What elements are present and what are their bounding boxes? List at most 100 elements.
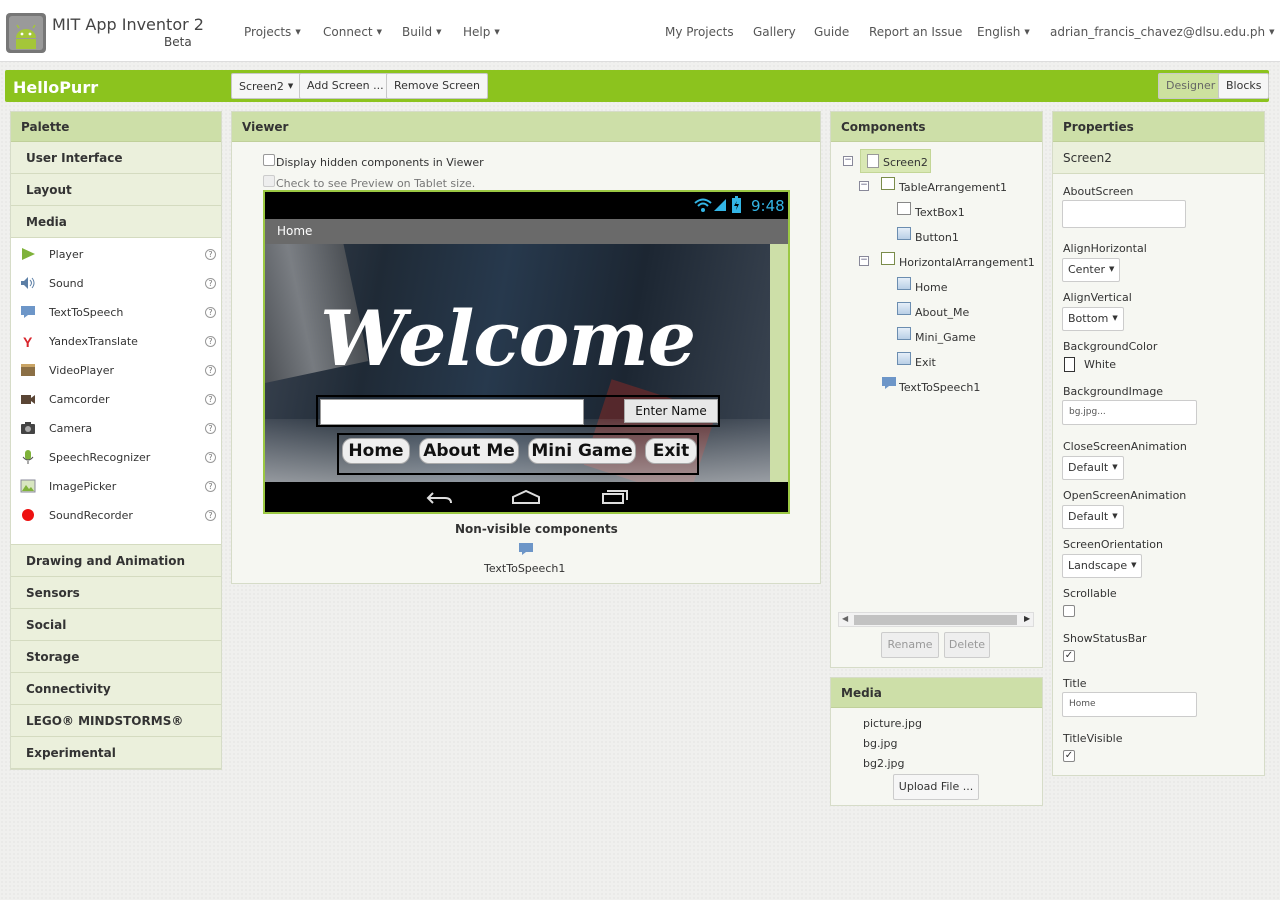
collapse-icon[interactable]: − (843, 156, 853, 166)
enter-name-button[interactable]: Enter Name (624, 399, 718, 423)
media-file-picture[interactable]: picture.jpg (863, 717, 922, 730)
palette-item-player[interactable]: Player ? (11, 239, 221, 268)
link-my-projects[interactable]: My Projects (665, 25, 734, 39)
add-screen-button[interactable]: Add Screen ... (299, 73, 392, 99)
align-vertical-select[interactable]: Bottom ▼ (1062, 307, 1124, 331)
help-icon[interactable]: ? (205, 510, 216, 521)
nonvisible-item[interactable]: TextToSpeech1 (484, 562, 565, 575)
palette-item-soundrecorder[interactable]: SoundRecorder ? (11, 500, 221, 529)
palette-category-storage[interactable]: Storage (11, 641, 221, 673)
palette-item-camcorder[interactable]: Camcorder ? (11, 384, 221, 413)
name-textbox[interactable] (320, 399, 584, 425)
help-icon[interactable]: ? (205, 481, 216, 492)
upload-file-button[interactable]: Upload File ... (893, 774, 979, 800)
scroll-right-icon[interactable]: ▶ (1024, 614, 1030, 623)
show-status-bar-checkbox[interactable]: ✓ (1063, 650, 1075, 662)
components-scrollbar[interactable]: ◀ ▶ (838, 612, 1034, 627)
screen-select[interactable]: Screen2 ▼ (231, 73, 302, 99)
palette-item-camera[interactable]: Camera ? (11, 413, 221, 442)
menu-projects[interactable]: Projects ▼ (244, 25, 301, 39)
tablet-preview-checkbox[interactable] (263, 175, 275, 187)
screen-orientation-select[interactable]: Landscape ▼ (1062, 554, 1143, 578)
palette-category-lego[interactable]: LEGO® MINDSTORMS® (11, 705, 221, 737)
menu-connect[interactable]: Connect ▼ (323, 25, 382, 39)
help-icon[interactable]: ? (205, 249, 216, 260)
help-icon[interactable]: ? (205, 278, 216, 289)
palette-category-media[interactable]: Media (11, 206, 221, 238)
tree-label-tablearrangement1[interactable]: TableArrangement1 (899, 181, 1007, 194)
scroll-left-icon[interactable]: ◀ (842, 614, 848, 623)
palette-category-connectivity[interactable]: Connectivity (11, 673, 221, 705)
tree-label-textbox1[interactable]: TextBox1 (915, 206, 965, 219)
background-color-value[interactable]: White (1084, 358, 1116, 371)
viewer-title: Viewer (232, 112, 820, 142)
close-animation-select[interactable]: Default ▼ (1062, 456, 1124, 480)
open-animation-select[interactable]: Default ▼ (1062, 505, 1124, 529)
prop-label-alignvertical: AlignVertical (1063, 291, 1132, 304)
palette-category-layout[interactable]: Layout (11, 174, 221, 206)
tree-node-screen2[interactable]: Screen2 (860, 149, 931, 173)
exit-button[interactable]: Exit (645, 438, 697, 464)
media-file-bg[interactable]: bg.jpg (863, 737, 897, 750)
title-visible-checkbox[interactable]: ✓ (1063, 750, 1075, 762)
text-to-speech-icon[interactable] (518, 542, 534, 556)
palette-category-drawing[interactable]: Drawing and Animation (11, 545, 221, 577)
project-toolbar: HelloPurr Screen2 ▼ Add Screen ... Remove… (5, 70, 1270, 102)
align-horizontal-select[interactable]: Center ▼ (1062, 258, 1121, 282)
link-report-issue[interactable]: Report an Issue (869, 25, 962, 39)
scrollbar-thumb[interactable] (854, 615, 1017, 625)
about-me-button[interactable]: About Me (419, 438, 519, 464)
palette-item-imagepicker[interactable]: ImagePicker ? (11, 471, 221, 500)
about-screen-textarea[interactable] (1062, 200, 1186, 228)
home-button[interactable]: Home (342, 438, 410, 464)
color-swatch-icon[interactable] (1064, 357, 1075, 372)
blocks-button[interactable]: Blocks (1218, 73, 1270, 99)
menu-build[interactable]: Build ▼ (402, 25, 442, 39)
palette-item-sound[interactable]: Sound ? (11, 268, 221, 297)
media-file-bg2[interactable]: bg2.jpg (863, 757, 904, 770)
palette-item-yandextranslate[interactable]: Y YandexTranslate ? (11, 326, 221, 355)
hidden-components-checkbox[interactable] (263, 154, 275, 166)
tree-label-mini-game[interactable]: Mini_Game (915, 331, 976, 344)
designer-button[interactable]: Designer (1158, 73, 1224, 99)
palette-category-sensors[interactable]: Sensors (11, 577, 221, 609)
link-gallery[interactable]: Gallery (753, 25, 796, 39)
background-image-field[interactable]: bg.jpg... (1062, 400, 1197, 425)
tree-label-exit[interactable]: Exit (915, 356, 936, 369)
rename-button[interactable]: Rename (881, 632, 939, 658)
palette-item-videoplayer[interactable]: VideoPlayer ? (11, 355, 221, 384)
help-icon[interactable]: ? (205, 452, 216, 463)
button-icon (897, 302, 911, 315)
palette-item-texttospeech[interactable]: TextToSpeech ? (11, 297, 221, 326)
help-icon[interactable]: ? (205, 423, 216, 434)
tree-label-horizontalarrangement1[interactable]: HorizontalArrangement1 (899, 256, 1035, 269)
sound-recorder-icon (22, 509, 34, 521)
mini-game-button[interactable]: Mini Game (528, 438, 636, 464)
tree-label-button1[interactable]: Button1 (915, 231, 959, 244)
palette-category-social[interactable]: Social (11, 609, 221, 641)
menu-help[interactable]: Help ▼ (463, 25, 500, 39)
collapse-icon[interactable]: − (859, 256, 869, 266)
tree-label-about-me[interactable]: About_Me (915, 306, 969, 319)
help-icon[interactable]: ? (205, 365, 216, 376)
help-icon[interactable]: ? (205, 336, 216, 347)
chevron-down-icon: ▼ (1269, 28, 1275, 36)
menu-language[interactable]: English ▼ (977, 25, 1030, 39)
palette-category-experimental[interactable]: Experimental (11, 737, 221, 769)
app-inventor-logo[interactable] (5, 12, 47, 54)
help-icon[interactable]: ? (205, 307, 216, 318)
sound-icon (21, 277, 35, 289)
scrollable-checkbox[interactable] (1063, 605, 1075, 617)
palette-item-speechrecognizer[interactable]: SpeechRecognizer ? (11, 442, 221, 471)
menu-user[interactable]: adrian_francis_chavez@dlsu.edu.ph ▼ (1050, 25, 1275, 39)
remove-screen-button[interactable]: Remove Screen (386, 73, 488, 99)
help-icon[interactable]: ? (205, 394, 216, 405)
collapse-icon[interactable]: − (859, 181, 869, 191)
tree-label-home[interactable]: Home (915, 281, 947, 294)
tree-label-texttospeech1[interactable]: TextToSpeech1 (899, 381, 980, 394)
title-field[interactable]: Home (1062, 692, 1197, 717)
delete-button[interactable]: Delete (944, 632, 990, 658)
link-guide[interactable]: Guide (814, 25, 849, 39)
palette-category-user-interface[interactable]: User Interface (11, 142, 221, 174)
horizontal-arrangement: Home About Me Mini Game Exit (337, 433, 699, 475)
